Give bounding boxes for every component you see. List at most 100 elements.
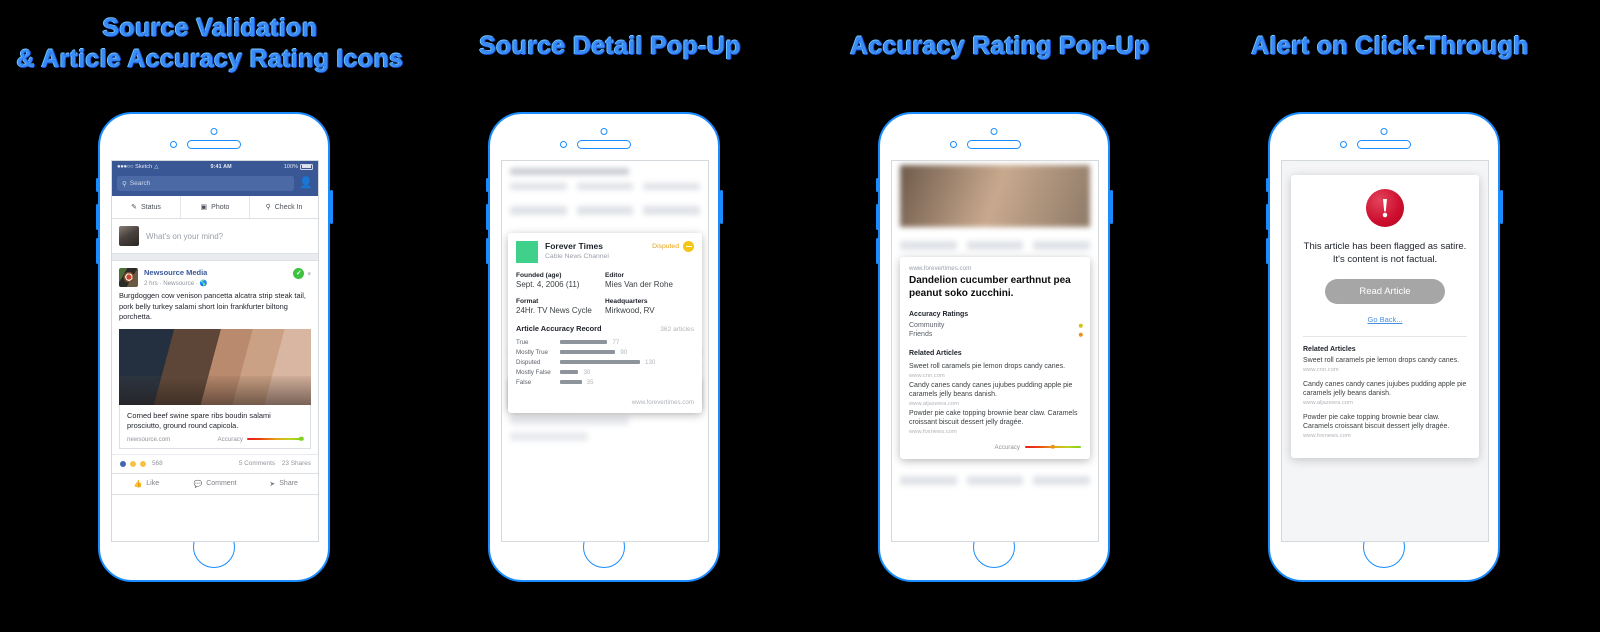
alert-message: This article has been flagged as satire.…: [1303, 241, 1467, 265]
satire-alert-dialog: ! This article has been flagged as satir…: [1291, 175, 1479, 458]
related-article-item[interactable]: Sweet roll caramels pie lemon drops cand…: [900, 360, 1090, 379]
volume-down-button[interactable]: [485, 238, 489, 264]
front-camera-icon: [1380, 128, 1388, 135]
phone-mockup-2: Forever Times Cable News Channel Dispute…: [485, 112, 723, 582]
like-button[interactable]: 👍 Like: [112, 474, 181, 494]
power-button[interactable]: [329, 190, 333, 224]
composer-tab-status[interactable]: ✎ Status: [112, 196, 181, 218]
silent-switch[interactable]: [95, 178, 99, 192]
related-article-title: Candy canes candy canes jujubes pudding …: [1303, 380, 1467, 398]
accuracy-gradient-bar: [247, 436, 304, 442]
reaction-summary[interactable]: 568: [119, 459, 163, 468]
accuracy-record-value: 77: [612, 338, 620, 346]
source-subtitle: Cable News Channel: [545, 253, 609, 260]
composer-tab-status-label: Status: [141, 203, 161, 211]
article-headline: Dandelion cucumber earthnut pea peanut s…: [909, 275, 1071, 299]
power-button[interactable]: [719, 190, 723, 224]
composer-tab-bar: ✎ Status ▣ Photo ⚲ Check In: [112, 196, 318, 219]
related-articles-title: Related Articles: [1303, 346, 1356, 353]
phone-screen-2: Forever Times Cable News Channel Dispute…: [501, 160, 709, 542]
volume-up-button[interactable]: [485, 204, 489, 230]
post-stats: 568 5 Comments 23 Shares: [112, 453, 318, 473]
accuracy-label: Accuracy: [217, 435, 243, 443]
post-body: Burgdoggen cow venison pancetta alcatra …: [119, 291, 306, 321]
volume-up-button[interactable]: [95, 204, 99, 230]
go-back-link[interactable]: Go Back...: [1301, 315, 1469, 324]
source-status-label: Disputed: [652, 243, 679, 250]
power-button[interactable]: [1109, 190, 1113, 224]
friend-requests-icon[interactable]: 👤: [299, 178, 313, 189]
composer-tab-checkin[interactable]: ⚲ Check In: [250, 196, 318, 218]
alert-exclamation-icon: !: [1366, 189, 1404, 227]
field-headquarters-value: Mirkwood, RV: [605, 306, 655, 315]
phone-screen-3: www.forevertimes.com Dandelion cucumber …: [891, 160, 1099, 542]
field-editor: Editor Mies Van der Rohe: [605, 272, 694, 289]
related-article-domain: www.cnn.com: [1303, 366, 1339, 373]
community-marker-dot: [1078, 323, 1084, 328]
related-article-item[interactable]: Powder pie cake topping brownie bear cla…: [900, 407, 1090, 435]
related-article-item[interactable]: Candy canes candy canes jujubes pudding …: [1303, 380, 1467, 413]
related-article-item[interactable]: Candy canes candy canes jujubes pudding …: [900, 379, 1090, 407]
related-article-title: Powder pie cake topping brownie bear cla…: [1303, 413, 1450, 431]
feed-post: Newsource Media 2 hrs · Newsource · 🌎 ✓ …: [112, 260, 318, 495]
accuracy-record-label: Mostly True: [516, 348, 548, 356]
accuracy-record-header: Article Accuracy Record 362 articles: [508, 315, 702, 337]
accuracy-meter[interactable]: Accuracy: [217, 435, 304, 443]
accuracy-record-bar: [560, 380, 582, 384]
source-detail-popup: Forever Times Cable News Channel Dispute…: [508, 233, 702, 413]
silent-switch[interactable]: [1265, 178, 1269, 192]
sensor-icon: [560, 141, 567, 148]
link-preview-card[interactable]: Corned beef swine spare ribs boudin sala…: [119, 404, 311, 449]
source-footer-domain: www.forevertimes.com: [631, 399, 694, 406]
power-button[interactable]: [1499, 190, 1503, 224]
search-placeholder: Search: [129, 180, 151, 187]
friends-marker-dot: [1078, 332, 1084, 337]
post-image[interactable]: [119, 328, 311, 405]
rating-row-friends: Friends: [900, 330, 1090, 339]
volume-down-button[interactable]: [95, 238, 99, 264]
accuracy-record-row: True 77: [508, 337, 702, 347]
composer-row[interactable]: What's on your mind?: [112, 219, 318, 253]
source-header: Forever Times Cable News Channel Dispute…: [508, 233, 702, 268]
accuracy-record-row: Mostly True 90: [508, 347, 702, 357]
search-icon: ⚲: [122, 180, 127, 188]
volume-up-button[interactable]: [1265, 204, 1269, 230]
avatar: [119, 226, 139, 246]
accuracy-record-label: True: [516, 338, 529, 346]
verified-check-icon[interactable]: ✓: [293, 268, 305, 279]
composer-tab-photo[interactable]: ▣ Photo: [181, 196, 250, 218]
source-status-badge[interactable]: Disputed: [652, 241, 694, 252]
volume-down-button[interactable]: [875, 238, 879, 264]
silent-switch[interactable]: [875, 178, 879, 192]
accuracy-record-row: Mostly False 30: [508, 367, 702, 377]
share-button[interactable]: ➤ Share: [249, 474, 318, 494]
source-name: Forever Times: [545, 241, 603, 251]
related-article-item[interactable]: Sweet roll caramels pie lemon drops cand…: [1303, 356, 1467, 380]
phone-mockup-1: ●●●○○ Sketch △ 9:41 AM 100% ⚲ Search 👤 ✎…: [95, 112, 333, 582]
related-article-title: Powder pie cake topping brownie bear cla…: [909, 409, 1078, 427]
source-logo: [516, 241, 538, 263]
silent-switch[interactable]: [485, 178, 489, 192]
link-domain: newsource.com: [127, 435, 171, 443]
alert-related-section: Related Articles Sweet roll caramels pie…: [1301, 337, 1469, 446]
composer-placeholder: What's on your mind?: [146, 231, 224, 241]
search-input[interactable]: ⚲ Search: [117, 176, 295, 191]
comment-count[interactable]: 5 Comments: [239, 460, 275, 467]
earpiece-speaker: [577, 140, 631, 149]
share-button-label: Share: [279, 480, 298, 487]
accuracy-record-label: Disputed: [516, 358, 541, 366]
field-founded-key: Founded (age): [516, 272, 562, 279]
article-accuracy-meter[interactable]: Accuracy: [900, 435, 1090, 459]
comment-button[interactable]: 💬 Comment: [181, 474, 250, 494]
post-author[interactable]: Newsource Media: [144, 268, 207, 277]
accuracy-record-title: Article Accuracy Record: [516, 324, 602, 333]
news-feed: What's on your mind? Newsource Media 2 h…: [112, 219, 318, 495]
share-count[interactable]: 23 Shares: [282, 460, 311, 467]
chevron-down-icon[interactable]: ▾: [307, 270, 311, 278]
volume-up-button[interactable]: [875, 204, 879, 230]
sensor-icon: [950, 141, 957, 148]
read-article-button[interactable]: Read Article: [1325, 279, 1445, 304]
phone-mockup-3: www.forevertimes.com Dandelion cucumber …: [875, 112, 1113, 582]
related-article-item[interactable]: Powder pie cake topping brownie bear cla…: [1303, 413, 1467, 446]
volume-down-button[interactable]: [1265, 238, 1269, 264]
